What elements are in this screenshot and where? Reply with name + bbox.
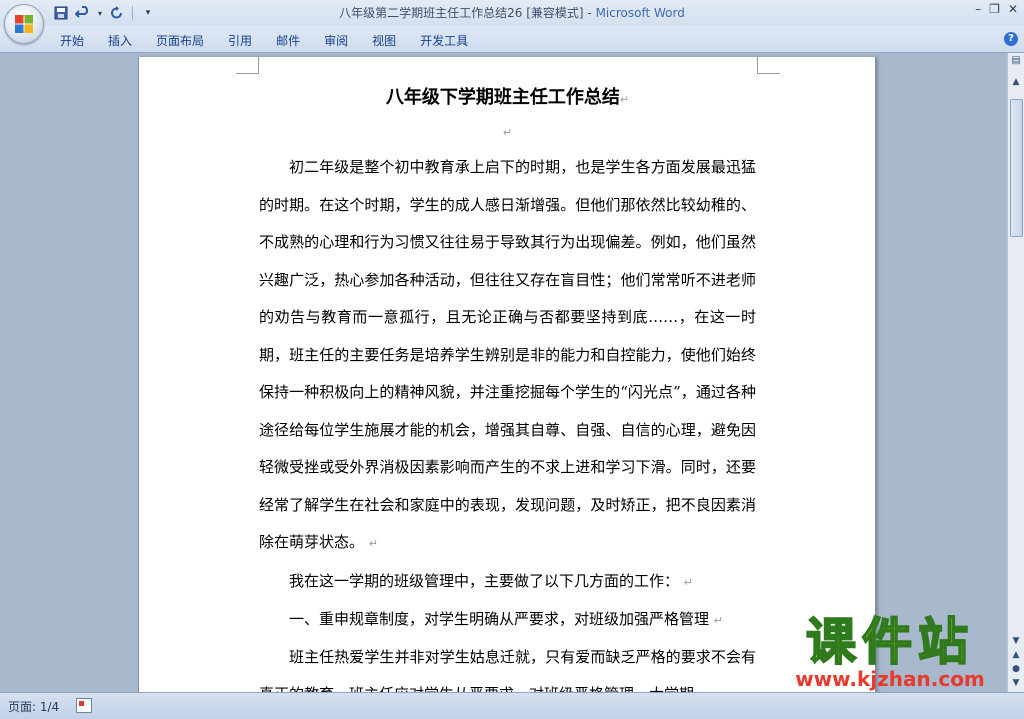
- watermark-url: www.kjzhan.com: [795, 667, 985, 691]
- page-count[interactable]: 页面: 1/4: [8, 698, 59, 715]
- status-bar: 页面: 1/4: [0, 692, 1024, 719]
- paragraph-mark: ↵: [683, 575, 694, 589]
- view-ruler-icon[interactable]: ▤: [1009, 55, 1023, 69]
- crop-mark-right: [757, 57, 780, 74]
- tab-review[interactable]: 审阅: [312, 30, 360, 51]
- scrollbar-thumb[interactable]: [1010, 99, 1023, 237]
- empty-paragraph: ↵: [259, 113, 756, 149]
- proofing-icon[interactable]: [76, 698, 92, 713]
- paragraph-text: 一、重申规章制度，对学生明确从严要求，对班级加强严格管理: [289, 609, 710, 628]
- minimize-icon[interactable]: –: [975, 2, 981, 16]
- paragraph: 我在这一学期的班级管理中，主要做了以下几方面的工作： ↵: [259, 563, 756, 601]
- window-title: 八年级第二学期班主任工作总结26 [兼容模式] - Microsoft Word: [0, 4, 1024, 21]
- watermark-title: 课件站: [805, 613, 974, 671]
- previous-page-icon[interactable]: ▲: [1009, 648, 1023, 662]
- site-watermark-logo: 课件站 www.kjzhan.com: [772, 613, 1008, 694]
- crop-mark-left: [236, 57, 259, 74]
- office-button[interactable]: [4, 4, 44, 44]
- title-bar: ▾ ▾ 八年级第二学期班主任工作总结26 [兼容模式] - Microsoft …: [0, 0, 1024, 26]
- office-logo-icon: [15, 15, 33, 33]
- ribbon-tabs-bar: 开始 插入 页面布局 引用 邮件 审阅 视图 开发工具 ?: [0, 26, 1024, 53]
- paragraph-text: 班主任热爱学生并非对学生姑息迁就，只有爱而缺乏严格的要求不会有真正的教育。班主任…: [259, 647, 756, 693]
- document-title-text: 八年级下学期班主任工作总结: [385, 87, 620, 108]
- paragraph: 一、重申规章制度，对学生明确从严要求，对班级加强严格管理 ↵: [259, 601, 756, 639]
- tab-page-layout[interactable]: 页面布局: [144, 30, 216, 51]
- scroll-down-icon[interactable]: ▼: [1009, 634, 1023, 648]
- paragraph-mark: ↵: [502, 126, 513, 139]
- window-title-app: Microsoft Word: [595, 6, 685, 20]
- select-browse-object-icon[interactable]: ●: [1009, 662, 1023, 676]
- paragraph-mark: ↵: [619, 93, 630, 106]
- next-page-icon[interactable]: ▼: [1009, 676, 1023, 690]
- tab-home[interactable]: 开始: [48, 30, 96, 51]
- vertical-scrollbar[interactable]: ▤ ▲ ▼ ▲ ● ▼: [1007, 53, 1024, 692]
- scroll-up-icon[interactable]: ▲: [1009, 75, 1023, 89]
- paragraph-mark: ↵: [368, 537, 379, 550]
- document-page[interactable]: 八年级下学期班主任工作总结↵ ↵ 初二年级是整个初中教育承上启下的时期，也是学生…: [138, 57, 876, 692]
- browse-buttons: ▼ ▲ ● ▼: [1009, 634, 1023, 690]
- tab-insert[interactable]: 插入: [96, 30, 144, 51]
- tab-references[interactable]: 引用: [216, 30, 264, 51]
- tab-view[interactable]: 视图: [360, 30, 408, 51]
- paragraph-mark: ↵: [713, 613, 724, 627]
- window-title-doc: 八年级第二学期班主任工作总结26 [兼容模式] -: [339, 6, 596, 20]
- paragraph-text: 初二年级是整个初中教育承上启下的时期，也是学生各方面发展最迅猛的时期。在这个时期…: [259, 158, 756, 551]
- tab-mailings[interactable]: 邮件: [264, 30, 312, 51]
- window-controls: – ❐ ✕: [975, 2, 1018, 16]
- document-workspace: 八年级下学期班主任工作总结↵ ↵ 初二年级是整个初中教育承上启下的时期，也是学生…: [0, 53, 1008, 692]
- paragraph-text: 我在这一学期的班级管理中，主要做了以下几方面的工作：: [289, 571, 680, 590]
- paragraph: 班主任热爱学生并非对学生姑息迁就，只有爱而缺乏严格的要求不会有真正的教育。班主任…: [259, 639, 756, 693]
- paragraph: 初二年级是整个初中教育承上启下的时期，也是学生各方面发展最迅猛的时期。在这个时期…: [259, 149, 756, 563]
- tab-developer[interactable]: 开发工具: [408, 30, 480, 51]
- help-icon[interactable]: ?: [1004, 32, 1018, 46]
- document-title: 八年级下学期班主任工作总结↵: [259, 83, 756, 113]
- close-icon[interactable]: ✕: [1008, 2, 1018, 16]
- ribbon-tabs: 开始 插入 页面布局 引用 邮件 审阅 视图 开发工具: [48, 30, 480, 51]
- document-body[interactable]: 八年级下学期班主任工作总结↵ ↵ 初二年级是整个初中教育承上启下的时期，也是学生…: [259, 83, 756, 692]
- restore-icon[interactable]: ❐: [989, 2, 1000, 16]
